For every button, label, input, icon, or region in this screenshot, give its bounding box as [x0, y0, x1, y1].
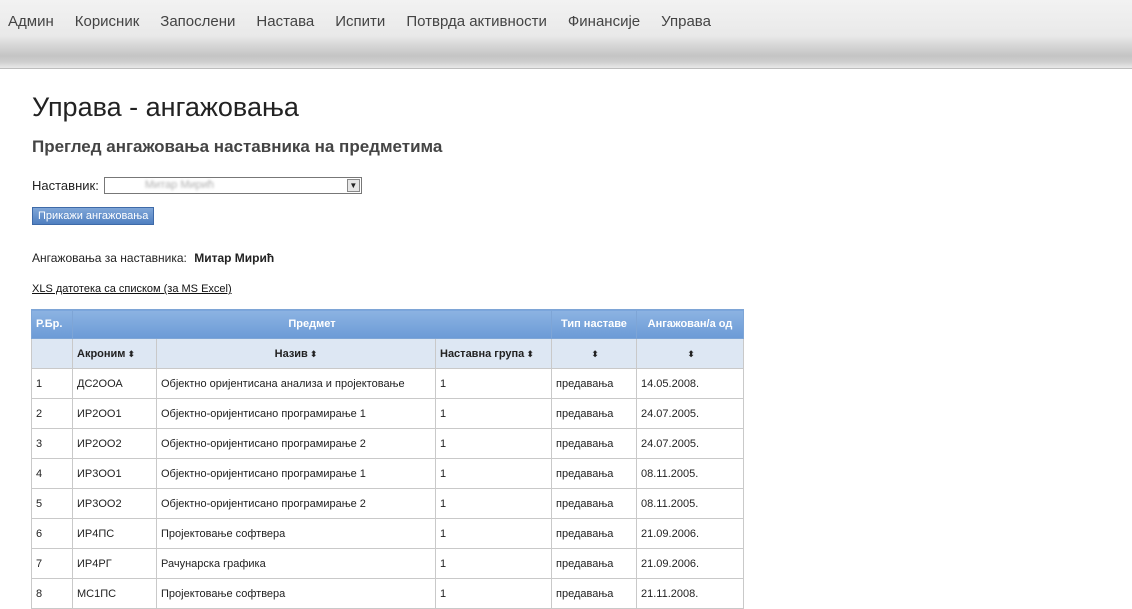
menu-management[interactable]: Управа [661, 13, 711, 30]
subheader-name[interactable]: Назив ⬍ [156, 338, 436, 369]
cell-acronym: ИР3ОО2 [72, 488, 157, 519]
cell-acronym: ИР2ОО1 [72, 398, 157, 429]
cell-group: 1 [435, 428, 552, 459]
subheader-empty [31, 338, 73, 369]
menu-admin[interactable]: Админ [8, 13, 54, 30]
cell-teaching-type: предавања [551, 548, 637, 579]
sort-icon: ⬍ [127, 348, 135, 359]
table-row: 8 МС1ПС Пројектовање софтвера 1 предавањ… [31, 578, 744, 609]
cell-group: 1 [435, 548, 552, 579]
cell-engaged-since: 14.05.2008. [636, 368, 744, 399]
engagements-table: Р.Бр. Предмет Тип наставе Ангажован/а од… [31, 309, 744, 609]
cell-acronym: МС1ПС [72, 578, 157, 609]
top-navigation-bar: Админ Корисник Запослени Настава Испити … [0, 0, 1132, 69]
table-row: 4 ИР3ОО1 Објектно-оријентисано програмир… [31, 458, 744, 489]
subheader-group[interactable]: Наставна група ⬍ [435, 338, 552, 369]
header-engaged-since: Ангажован/а од [636, 309, 744, 339]
header-rbr: Р.Бр. [31, 309, 73, 339]
teacher-label: Наставник: [32, 178, 99, 193]
cell-name: Рачунарска графика [156, 548, 436, 579]
cell-acronym: ИР3ОО1 [72, 458, 157, 489]
cell-rbr: 6 [31, 518, 73, 549]
cell-teaching-type: предавања [551, 578, 637, 609]
table-row: 2 ИР2ОО1 Објектно-оријентисано програмир… [31, 398, 744, 429]
menu-user[interactable]: Корисник [75, 13, 140, 30]
teacher-select[interactable]: Митар Мирић ▼ [103, 177, 362, 194]
cell-engaged-since: 21.11.2008. [636, 578, 744, 609]
subheader-engaged-since-sort[interactable]: ⬍ [636, 338, 744, 369]
cell-group: 1 [435, 398, 552, 429]
cell-engaged-since: 24.07.2005. [636, 398, 744, 429]
table-row: 5 ИР3ОО2 Објектно-оријентисано програмир… [31, 488, 744, 519]
subheader-group-label: Наставна група [440, 347, 525, 360]
header-teaching-type: Тип наставе [551, 309, 637, 339]
table-sub-header-row: Акроним ⬍ Назив ⬍ Наставна група ⬍ ⬍ ⬍ [31, 338, 744, 369]
menu-exams[interactable]: Испити [335, 13, 385, 30]
cell-engaged-since: 21.09.2006. [636, 518, 744, 549]
teacher-select-value: Митар Мирић [144, 179, 215, 191]
cell-engaged-since: 08.11.2005. [636, 488, 744, 519]
engaged-teacher-line: Ангажовања за наставника: Митар Мирић [32, 251, 274, 265]
menu-finance[interactable]: Финансије [568, 13, 640, 30]
cell-teaching-type: предавања [551, 458, 637, 489]
table-row: 6 ИР4ПС Пројектовање софтвера 1 предавањ… [31, 518, 744, 549]
main-menu: Админ Корисник Запослени Настава Испити … [0, 0, 732, 42]
cell-name: Објектно-оријентисано програмирање 1 [156, 458, 436, 489]
subheader-teaching-type-sort[interactable]: ⬍ [551, 338, 637, 369]
menu-teaching[interactable]: Настава [256, 13, 314, 30]
menu-activity-confirmation[interactable]: Потврда активности [406, 13, 547, 30]
teacher-select-row: Наставник: Митар Мирић ▼ [32, 177, 362, 194]
cell-rbr: 5 [31, 488, 73, 519]
cell-acronym: ИР2ОО2 [72, 428, 157, 459]
cell-engaged-since: 21.09.2006. [636, 548, 744, 579]
subheader-acronym-label: Акроним [77, 347, 126, 360]
page-subtitle: Преглед ангажовања наставника на предмет… [32, 137, 443, 156]
cell-group: 1 [435, 578, 552, 609]
chevron-down-icon[interactable]: ▼ [346, 179, 360, 192]
subheader-name-label: Назив [274, 347, 308, 360]
engaged-teacher-name: Митар Мирић [194, 251, 275, 265]
cell-name: Објектно-оријентисано програмирање 2 [156, 428, 436, 459]
menu-employees[interactable]: Запослени [160, 13, 235, 30]
table-row: 3 ИР2ОО2 Објектно-оријентисано програмир… [31, 428, 744, 459]
sort-icon: ⬍ [309, 348, 318, 359]
cell-group: 1 [435, 488, 552, 519]
cell-group: 1 [435, 368, 552, 399]
header-subject: Предмет [72, 309, 552, 339]
cell-teaching-type: предавања [551, 368, 637, 399]
cell-teaching-type: предавања [551, 518, 637, 549]
table-row: 7 ИР4РГ Рачунарска графика 1 предавања 2… [31, 548, 744, 579]
sort-icon: ⬍ [526, 348, 534, 359]
page-title: Управа - ангажовања [32, 92, 299, 122]
table-group-header-row: Р.Бр. Предмет Тип наставе Ангажован/а од [31, 309, 744, 339]
cell-engaged-since: 24.07.2005. [636, 428, 744, 459]
cell-rbr: 1 [31, 368, 73, 399]
cell-rbr: 7 [31, 548, 73, 579]
cell-rbr: 4 [31, 458, 73, 489]
cell-teaching-type: предавања [551, 428, 637, 459]
cell-teaching-type: предавања [551, 398, 637, 429]
cell-teaching-type: предавања [551, 488, 637, 519]
sort-icon: ⬍ [687, 348, 695, 359]
cell-group: 1 [435, 458, 552, 489]
engaged-teacher-label: Ангажовања за наставника: [32, 251, 187, 265]
cell-acronym: ИР4РГ [72, 548, 157, 579]
cell-name: Објектно оријентисана анализа и пројекто… [156, 368, 436, 399]
cell-rbr: 8 [31, 578, 73, 609]
cell-name: Пројектовање софтвера [156, 578, 436, 609]
cell-name: Пројектовање софтвера [156, 518, 436, 549]
cell-name: Објектно-оријентисано програмирање 2 [156, 488, 436, 519]
cell-name: Објектно-оријентисано програмирање 1 [156, 398, 436, 429]
table-row: 1 ДС2ООА Објектно оријентисана анализа и… [31, 368, 744, 399]
xls-download-link[interactable]: XLS датотека са списком (за MS Excel) [32, 283, 232, 295]
cell-engaged-since: 08.11.2005. [636, 458, 744, 489]
show-engagements-button[interactable]: Прикажи ангажовања [32, 207, 155, 225]
cell-group: 1 [435, 518, 552, 549]
sort-icon: ⬍ [591, 348, 599, 359]
cell-acronym: ДС2ООА [72, 368, 157, 399]
cell-rbr: 3 [31, 428, 73, 459]
subheader-acronym[interactable]: Акроним ⬍ [72, 338, 157, 369]
cell-rbr: 2 [31, 398, 73, 429]
cell-acronym: ИР4ПС [72, 518, 157, 549]
